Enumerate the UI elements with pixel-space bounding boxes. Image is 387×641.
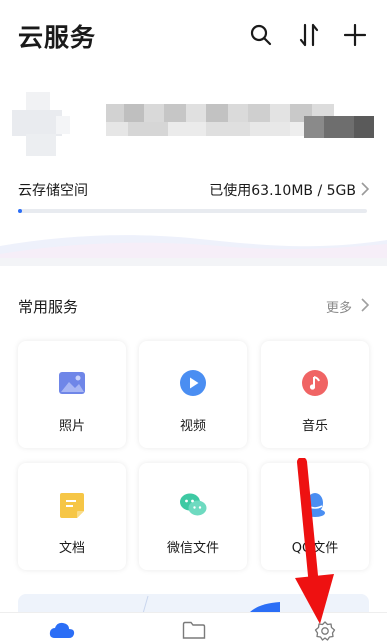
storage-row[interactable]: 云存储空间 已使用63.10MB / 5GB [18,180,370,202]
qq-icon [305,493,325,517]
storage-label: 云存储空间 [18,183,88,199]
services-title: 常用服务 [18,298,79,316]
avatar [12,92,70,156]
nav-files-tab[interactable] [181,621,207,641]
sort-icon[interactable] [296,22,322,48]
service-label: 音乐 [301,419,328,434]
service-card-wechat-files[interactable]: 微信文件 [139,463,247,570]
service-card-qq-files[interactable]: QQ文件 [261,463,369,570]
chevron-right-icon [360,180,370,202]
page-title: 云服务 [18,23,97,52]
folder-icon [182,621,206,639]
search-icon[interactable] [248,22,274,48]
service-label: 微信文件 [166,541,219,556]
play-icon [180,370,206,396]
music-icon [302,370,328,396]
service-card-videos[interactable]: 视频 [139,341,247,448]
service-card-documents[interactable]: 文档 [18,463,126,570]
services-header: 常用服务 更多 [18,296,370,318]
account-name-blurred [106,104,374,138]
chevron-right-icon[interactable] [360,296,370,318]
service-label: QQ文件 [291,541,339,556]
nav-settings-tab[interactable] [312,621,338,641]
storage-usage: 已使用63.10MB / 5GB [209,183,356,199]
storage-progress-fill [18,209,23,213]
service-label: 照片 [58,419,85,434]
nav-cloud-tab[interactable] [49,621,75,641]
document-icon [60,493,84,518]
app-header: 云服务 [0,0,387,72]
section-divider [0,258,387,266]
service-label: 视频 [179,419,206,434]
gear-icon [314,621,336,641]
bottom-navigation [0,612,387,641]
service-card-photos[interactable]: 照片 [18,341,126,448]
more-link[interactable]: 更多 [326,297,352,316]
service-label: 文档 [58,541,85,556]
storage-progress-bar [18,209,367,213]
wechat-icon [180,493,207,516]
cloud-icon [49,622,75,638]
service-card-music[interactable]: 音乐 [261,341,369,448]
plus-icon[interactable] [342,22,368,48]
photo-icon [59,372,85,394]
